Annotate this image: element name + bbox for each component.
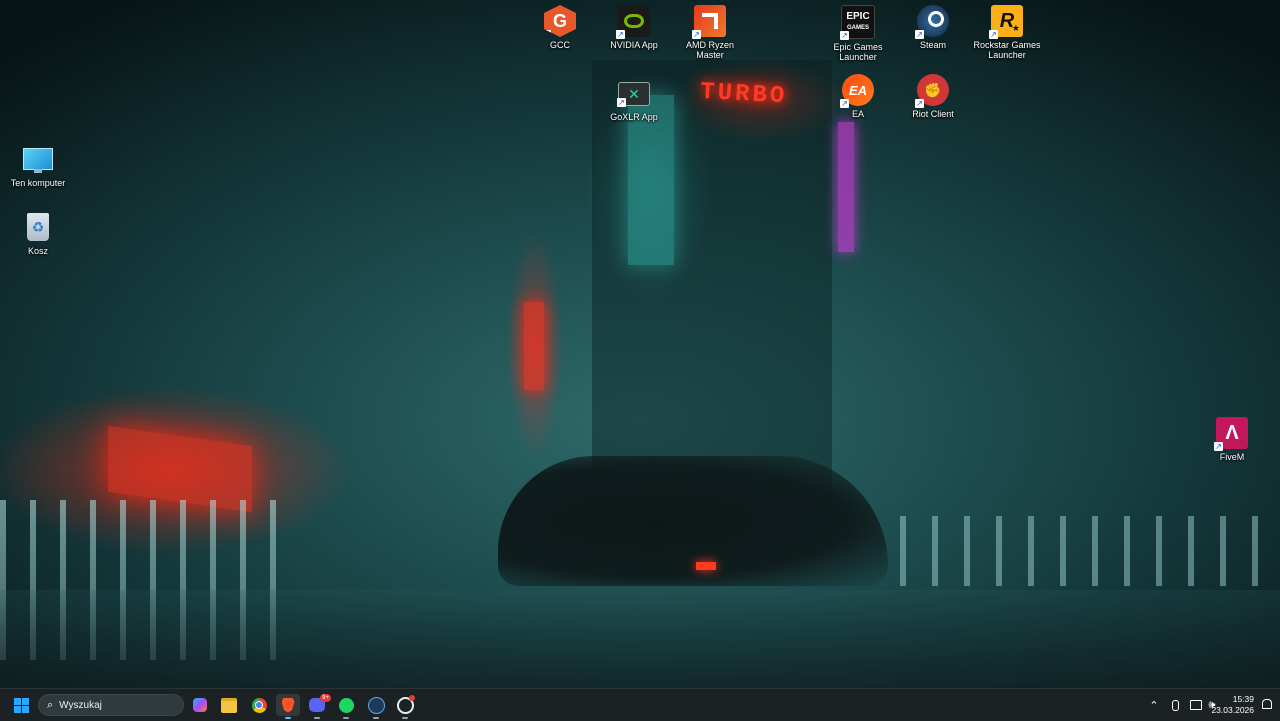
rockstar-icon: R ★ ↗ (989, 5, 1023, 39)
chrome-button[interactable] (247, 694, 271, 716)
recycle-bin-icon: ♻ (22, 211, 54, 243)
shortcut-arrow-icon: ↗ (840, 31, 849, 40)
shortcut-arrow-icon: ↗ (1214, 442, 1223, 451)
brave-button[interactable] (276, 694, 300, 719)
desktop-icon-gcc[interactable]: G ↗ GCC (522, 5, 598, 50)
desktop-icon-label: NVIDIA App (610, 40, 658, 50)
desktop-icon-ten-komputer[interactable]: Ten komputer (0, 143, 76, 188)
shortcut-arrow-icon: ↗ (915, 30, 924, 39)
goxlr-icon: ✕ ↗ (617, 82, 650, 107)
running-indicator (402, 717, 408, 719)
desktop-icon-fivem[interactable]: Λ ↗ FiveM (1194, 417, 1270, 462)
desktop-icon-label: GoXLR App (610, 112, 658, 122)
desktop-icon-amd-ryzen-master[interactable]: ↗ AMD Ryzen Master (672, 5, 748, 60)
ea-icon: EA ↗ (840, 74, 874, 108)
desktop: Ten komputer ♻ Kosz G ↗ GCC ↗ NVIDIA App… (0, 0, 1280, 688)
desktop-icon-ea[interactable]: EA ↗ EA (820, 74, 896, 119)
file-explorer-icon (221, 697, 237, 713)
nvidia-icon: ↗ (616, 5, 650, 39)
microphone-button[interactable] (1168, 697, 1182, 713)
clock-time: 15:39 (1232, 694, 1254, 704)
desktop-icon-riot-client[interactable]: ✊ ↗ Riot Client (895, 74, 971, 119)
copilot-icon (193, 698, 207, 712)
spotify-icon (338, 697, 354, 713)
search-icon: ⌕ (47, 698, 54, 711)
network-button[interactable] (1189, 697, 1203, 713)
discord-badge: 9+ (320, 694, 331, 702)
desktop-icon-label: GCC (550, 40, 570, 50)
desktop-icon-label: Rockstar Games Launcher (973, 40, 1041, 60)
desktop-icon-kosz[interactable]: ♻ Kosz (0, 211, 76, 256)
microphone-icon (1171, 699, 1179, 711)
bell-icon (1262, 699, 1272, 709)
start-icon (13, 697, 29, 713)
epic-games-icon: EPIC GAMES ↗ (840, 5, 875, 40)
desktop-icon-label: Epic Games Launcher (833, 42, 883, 62)
shortcut-arrow-icon: ↗ (617, 98, 626, 107)
shortcut-arrow-icon: ↗ (989, 30, 998, 39)
spotify-button[interactable] (334, 694, 358, 719)
gcc-icon: G ↗ (544, 5, 576, 37)
amd-ryzen-icon: ↗ (692, 5, 726, 39)
running-indicator (314, 717, 320, 719)
steam-icon: ↗ (915, 5, 949, 39)
desktop-icon-label: Ten komputer (10, 178, 66, 188)
desktop-icon-label: FiveM (1219, 452, 1245, 462)
riot-icon: ✊ ↗ (915, 74, 949, 108)
shortcut-arrow-icon: ↗ (543, 30, 551, 39)
shortcut-arrow-icon: ↗ (692, 30, 701, 39)
desktop-icon-rockstar-games-launcher[interactable]: R ★ ↗ Rockstar Games Launcher (969, 5, 1045, 60)
clock[interactable]: 15:39 23.03.2026 (1211, 694, 1254, 716)
desktop-icon-label: Steam (919, 40, 946, 50)
discord-button[interactable]: 9+ (305, 694, 331, 719)
running-indicator (285, 717, 291, 719)
taskbar-search[interactable]: ⌕ (38, 694, 184, 716)
file-explorer-button[interactable] (217, 694, 241, 716)
chatgpt-button[interactable] (393, 694, 417, 719)
notification-dot (409, 695, 415, 701)
taskbar: ⌕ 9+ ⌃ 🕪 15:39 (0, 688, 1280, 721)
network-icon (1190, 700, 1202, 710)
brave-icon (281, 697, 295, 713)
desktop-icon-label: Kosz (27, 246, 48, 256)
notifications-button[interactable] (1262, 699, 1274, 711)
steam-taskbar-button[interactable] (364, 694, 388, 719)
shortcut-arrow-icon: ↗ (616, 30, 625, 39)
shortcut-arrow-icon: ↗ (915, 99, 924, 108)
search-input[interactable] (59, 699, 170, 711)
start-button[interactable] (9, 694, 33, 716)
desktop-icon-label: Riot Client (912, 109, 954, 119)
desktop-icon-goxlr-app[interactable]: ✕ ↗ GoXLR App (596, 77, 672, 122)
chevron-up-icon: ⌃ (1149, 699, 1159, 712)
copilot-button[interactable] (188, 694, 212, 716)
tray-overflow-button[interactable]: ⌃ (1147, 697, 1161, 713)
desktop-icon-epic-games-launcher[interactable]: EPIC GAMES ↗ Epic Games Launcher (820, 5, 896, 62)
desktop-icon-steam[interactable]: ↗ Steam (895, 5, 971, 50)
desktop-icon-label: EA (851, 109, 864, 119)
steam-taskbar-icon (367, 696, 385, 714)
monitor-icon (22, 143, 54, 175)
shortcut-arrow-icon: ↗ (840, 99, 849, 108)
desktop-icon-nvidia-app[interactable]: ↗ NVIDIA App (596, 5, 672, 50)
desktop-icon-label: AMD Ryzen Master (685, 40, 734, 60)
fivem-icon: Λ ↗ (1214, 417, 1248, 451)
chrome-icon (251, 697, 267, 713)
clock-date: 23.03.2026 (1211, 705, 1254, 715)
running-indicator (343, 717, 349, 719)
running-indicator (373, 717, 379, 719)
